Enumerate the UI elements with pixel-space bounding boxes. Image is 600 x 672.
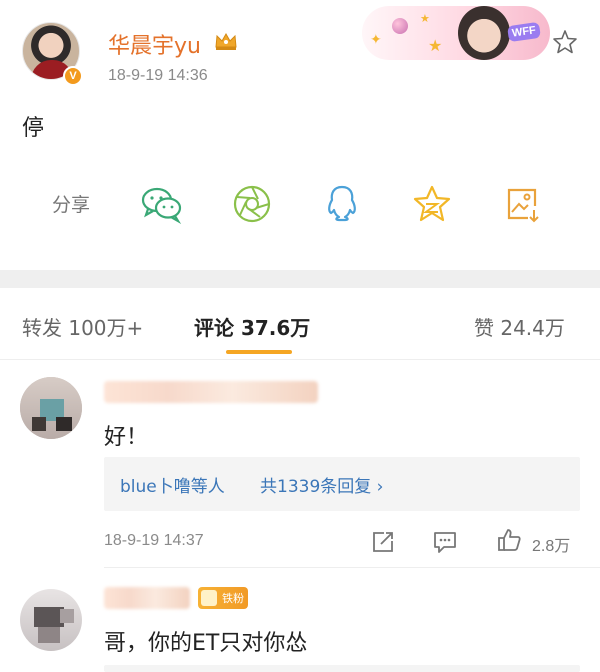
comment-username-blurred[interactable] xyxy=(104,587,190,609)
comment-icon[interactable] xyxy=(432,529,458,555)
reply-count[interactable]: 共1339条回复 › xyxy=(260,472,383,497)
comment-text: 好！ xyxy=(104,425,149,450)
like-icon[interactable] xyxy=(496,527,522,553)
reply-preview[interactable] xyxy=(104,665,580,672)
tab-likes[interactable]: 赞 24.4万 xyxy=(474,312,565,341)
qq-icon[interactable] xyxy=(318,180,366,228)
fan-badge: 铁粉 xyxy=(198,587,248,609)
share-label: 分享 xyxy=(52,194,91,216)
post-card: V 华晨宇yu 18-9-19 14:36 ✦ ★ ★ WFF 停 分享 xyxy=(0,0,600,270)
comment-timestamp: 18-9-19 14:37 xyxy=(104,532,204,549)
repost-icon[interactable] xyxy=(370,529,396,555)
share-bar: 分享 xyxy=(0,178,600,230)
tab-reposts[interactable]: 转发 100万+ xyxy=(22,312,143,341)
verified-badge: V xyxy=(63,66,83,86)
author-name[interactable]: 华晨宇yu xyxy=(108,28,201,60)
comment-text: 哥，你的ET只对你怂 xyxy=(104,631,308,656)
comment-avatar[interactable] xyxy=(20,377,82,439)
post-content: 停 xyxy=(22,116,45,141)
wechat-icon[interactable] xyxy=(138,180,186,228)
like-count: 2.8万 xyxy=(532,538,571,555)
comment-divider xyxy=(104,567,600,568)
comment-avatar[interactable] xyxy=(20,589,82,651)
card-decoration: ✦ ★ ★ WFF xyxy=(362,6,550,60)
comment-item: 好！ blue卜噜等人 共1339条回复 › 18-9-19 14:37 2.8… xyxy=(0,361,600,569)
tab-bar: 转发 100万+ 评论 37.6万 赞 24.4万 xyxy=(0,288,600,360)
fan-badge-label: 铁粉 xyxy=(222,592,244,605)
tab-comments[interactable]: 评论 37.6万 xyxy=(194,312,310,341)
qzone-icon[interactable] xyxy=(408,180,456,228)
comment-item: 铁粉 哥，你的ET只对你怂 xyxy=(0,569,600,672)
moments-icon[interactable] xyxy=(228,180,276,228)
reply-preview[interactable]: blue卜噜等人 共1339条回复 › xyxy=(104,457,580,511)
favorite-star-icon[interactable] xyxy=(551,28,579,56)
active-tab-indicator xyxy=(226,350,292,354)
reply-users[interactable]: blue卜噜等人 xyxy=(120,472,225,497)
section-separator xyxy=(0,270,600,288)
post-timestamp: 18-9-19 14:36 xyxy=(108,67,208,84)
comment-username-blurred[interactable] xyxy=(104,381,318,403)
save-image-icon[interactable] xyxy=(498,180,546,228)
crown-icon xyxy=(215,32,237,50)
